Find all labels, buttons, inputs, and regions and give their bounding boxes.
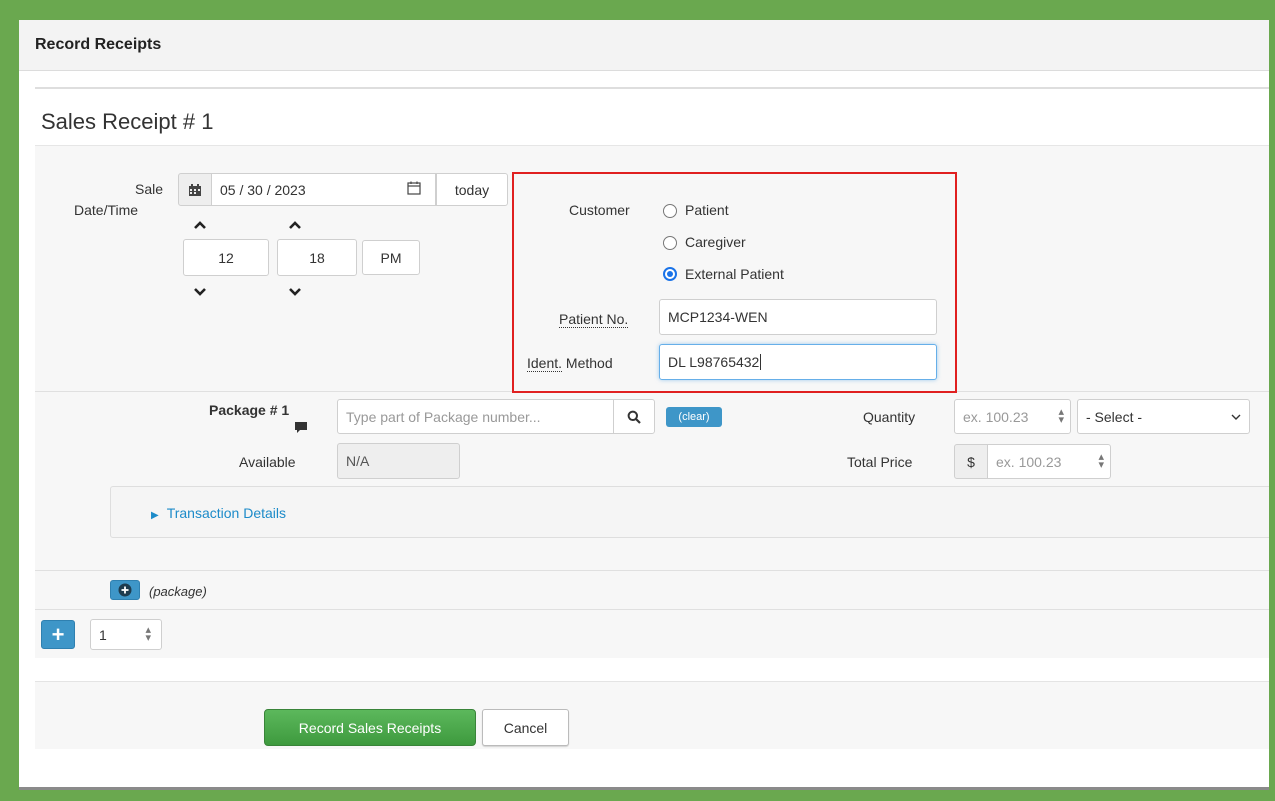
customer-label: Customer <box>569 202 630 218</box>
record-sales-receipts-button[interactable]: Record Sales Receipts <box>264 709 476 746</box>
minute-up-icon[interactable] <box>288 220 302 230</box>
hour-value: 12 <box>218 249 234 266</box>
patient-no-input[interactable]: MCP1234-WEN <box>659 299 937 335</box>
section-divider <box>35 391 1269 392</box>
package-search-button[interactable] <box>613 399 655 434</box>
section-gap <box>35 658 1269 682</box>
radio-patient-label: Patient <box>685 202 729 218</box>
quantity-input[interactable]: ex. 100.23 ▴ ▾ <box>954 399 1071 434</box>
receipt-title: Sales Receipt # 1 <box>41 109 214 134</box>
patient-no-value: MCP1234-WEN <box>668 309 768 325</box>
plus-circle-icon <box>118 583 132 597</box>
minute-down-icon[interactable] <box>288 287 302 297</box>
plus-icon: + <box>51 621 65 647</box>
date-picker-icon[interactable] <box>407 181 421 198</box>
minute-input[interactable]: 18 <box>277 239 357 276</box>
radio-patient[interactable] <box>663 204 677 218</box>
currency-symbol: $ <box>967 453 975 470</box>
ident-rest: Method <box>562 355 613 371</box>
app-frame: Record Receipts Sales Receipt # 1 Sale D… <box>19 20 1269 790</box>
radio-external-patient[interactable] <box>663 267 677 281</box>
sales-receipt-panel: Sales Receipt # 1 Sale Date/Time 05 / 30… <box>35 87 1269 749</box>
hour-up-icon[interactable] <box>193 220 207 230</box>
quantity-placeholder: ex. 100.23 <box>963 408 1029 425</box>
receipt-count-input[interactable]: 1 ▴ ▾ <box>90 619 162 650</box>
currency-addon: $ <box>954 444 988 479</box>
receipt-title-area: Sales Receipt # 1 <box>35 89 1269 146</box>
unit-select-value: - Select - <box>1086 408 1143 425</box>
patient-no-label-text: Patient No. <box>559 311 629 328</box>
unit-select[interactable]: - Select - <box>1077 399 1250 434</box>
section-divider <box>35 609 1269 610</box>
ident-abbr: Ident. <box>527 355 563 372</box>
package-search-input[interactable]: Type part of Package number... <box>337 399 614 434</box>
search-icon <box>627 410 641 424</box>
sale-label: Sale <box>135 181 164 197</box>
add-package-label: (package) <box>149 584 207 599</box>
radio-caregiver-label: Caregiver <box>685 234 746 250</box>
date-time-label: Date/Time <box>74 202 139 218</box>
add-receipt-button[interactable]: + <box>41 620 75 649</box>
total-price-label: Total Price <box>847 454 913 470</box>
add-package-button[interactable] <box>110 580 140 600</box>
hour-input[interactable]: 12 <box>183 239 269 276</box>
comment-icon[interactable] <box>294 421 308 434</box>
package-label: Package # 1 <box>209 402 290 418</box>
cancel-button[interactable]: Cancel <box>482 709 569 746</box>
quantity-spinner-icon[interactable]: ▴ ▾ <box>1058 407 1064 426</box>
minute-value: 18 <box>309 249 325 266</box>
receipt-count-spinner-icon[interactable]: ▴ ▾ <box>145 625 151 644</box>
ident-method-input[interactable]: DL L98765432 <box>659 344 937 380</box>
patient-no-label: Patient No. <box>559 311 629 328</box>
text-cursor <box>760 354 762 370</box>
sale-date-value: 05 / 30 / 2023 <box>220 181 306 198</box>
chevron-down-icon <box>1231 414 1241 420</box>
receipt-count-value: 1 <box>99 626 107 643</box>
transaction-details-panel: ▶ Transaction Details <box>110 486 1269 538</box>
quantity-label: Quantity <box>863 409 916 425</box>
clear-package-button[interactable]: (clear) <box>666 407 722 427</box>
package-search-placeholder: Type part of Package number... <box>346 408 541 425</box>
price-spinner-icon[interactable]: ▴ ▾ <box>1098 452 1104 471</box>
available-label: Available <box>239 454 296 470</box>
bottom-border <box>19 787 1269 790</box>
sale-date-input[interactable]: 05 / 30 / 2023 <box>211 173 436 206</box>
ident-method-label: Ident. Method <box>527 355 613 372</box>
ident-method-value: DL L98765432 <box>668 354 760 370</box>
caret-right-icon: ▶ <box>151 510 159 521</box>
total-price-input[interactable]: ex. 100.23 ▴ ▾ <box>987 444 1111 479</box>
radio-caregiver[interactable] <box>663 236 677 250</box>
transaction-details-toggle[interactable]: ▶ Transaction Details <box>151 505 286 521</box>
available-field: N/A <box>337 443 460 479</box>
radio-external-patient-label: External Patient <box>685 266 784 282</box>
calendar-icon[interactable] <box>178 173 212 206</box>
price-placeholder: ex. 100.23 <box>996 453 1062 470</box>
ampm-toggle-button[interactable]: PM <box>362 240 420 275</box>
hour-down-icon[interactable] <box>193 287 207 297</box>
modal-title: Record Receipts <box>35 36 162 53</box>
available-value: N/A <box>346 453 370 469</box>
transaction-details-label: Transaction Details <box>166 505 287 521</box>
today-button[interactable]: today <box>436 173 508 206</box>
modal-header: Record Receipts <box>19 20 1269 71</box>
section-divider <box>35 570 1269 571</box>
